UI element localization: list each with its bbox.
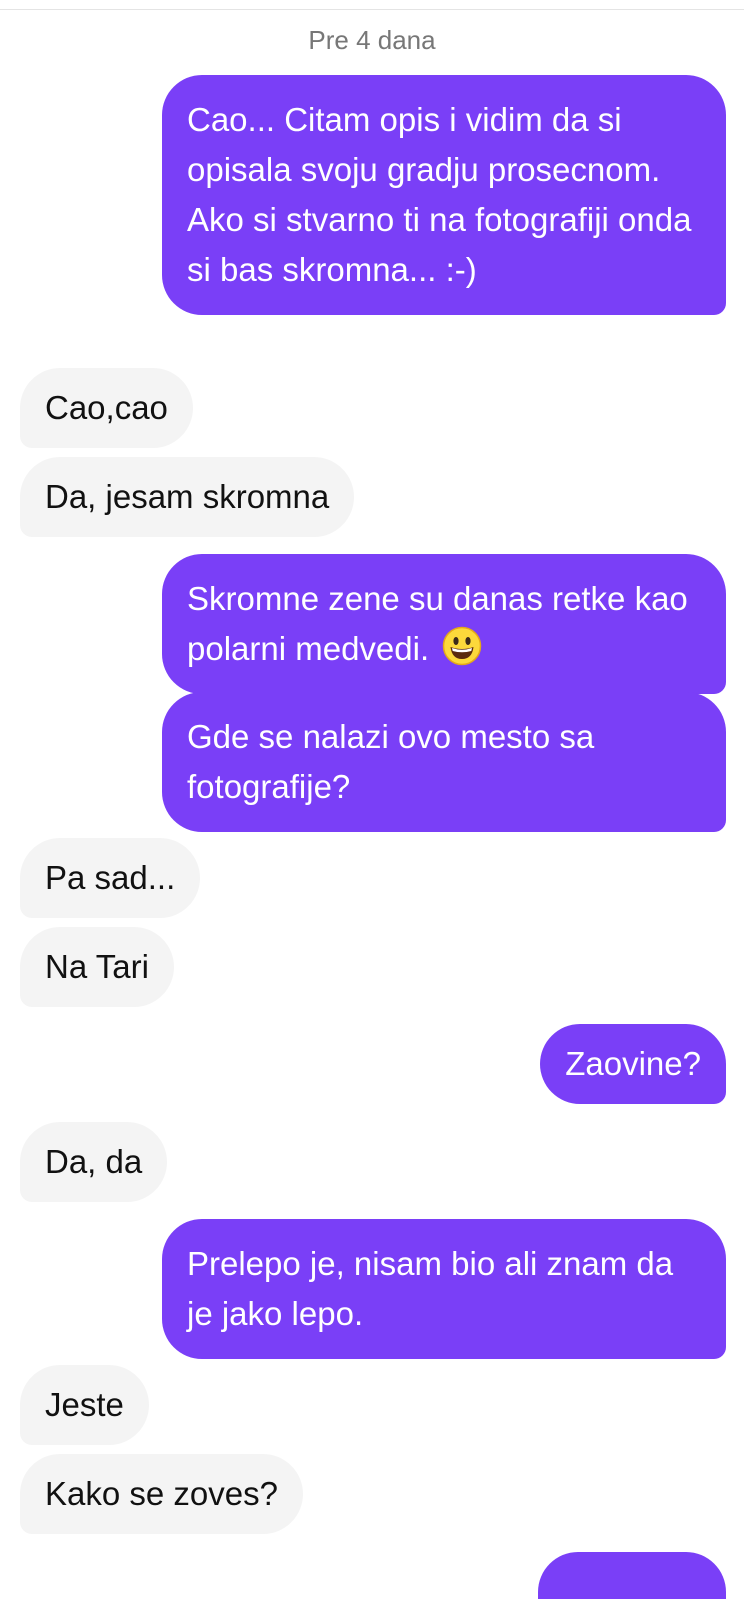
- message-text: Da, da: [45, 1143, 143, 1180]
- incoming-message-bubble[interactable]: Na Tari: [20, 927, 174, 1007]
- incoming-message-bubble[interactable]: Kako se zoves?: [20, 1454, 303, 1534]
- message-text: Gde se nalazi ovo mesto sa fotografije?: [187, 718, 595, 805]
- outgoing-message-bubble[interactable]: Prelepo je, nisam bio ali znam da je jak…: [162, 1219, 726, 1359]
- incoming-message-bubble[interactable]: Jeste: [20, 1365, 149, 1445]
- message-text: Zaovine?: [565, 1045, 701, 1082]
- message-text: Cao... Citam opis i vidim da si opisala …: [187, 101, 692, 288]
- incoming-message-bubble[interactable]: Da, da: [20, 1122, 168, 1202]
- incoming-message-bubble[interactable]: Da, jesam skromna: [20, 457, 355, 537]
- incoming-message-bubble[interactable]: Cao,cao: [20, 368, 193, 448]
- message-text: Da, jesam skromna: [45, 478, 330, 515]
- message-text: Skromne zene su danas retke kao polarni …: [187, 580, 688, 667]
- message-text: Jeste: [45, 1386, 124, 1423]
- grinning-face-emoji-icon: [442, 626, 482, 666]
- message-text: Kako se zoves?: [45, 1475, 278, 1512]
- message-text: Prelepo je, nisam bio ali znam da je jak…: [187, 1245, 674, 1332]
- top-divider: [0, 0, 744, 10]
- date-separator: Pre 4 dana: [308, 25, 436, 55]
- outgoing-message-bubble[interactable]: Gde se nalazi ovo mesto sa fotografije?: [162, 692, 726, 832]
- message-text: Pa sad...: [45, 859, 176, 896]
- incoming-message-bubble[interactable]: Pa sad...: [20, 838, 201, 918]
- outgoing-message-bubble-partial[interactable]: [538, 1552, 726, 1599]
- outgoing-message-bubble[interactable]: Skromne zene su danas retke kao polarni …: [162, 554, 726, 694]
- message-text: Na Tari: [45, 948, 149, 985]
- outgoing-message-bubble[interactable]: Cao... Citam opis i vidim da si opisala …: [162, 75, 726, 315]
- outgoing-message-bubble[interactable]: Zaovine?: [540, 1024, 726, 1104]
- message-text: Cao,cao: [45, 389, 168, 426]
